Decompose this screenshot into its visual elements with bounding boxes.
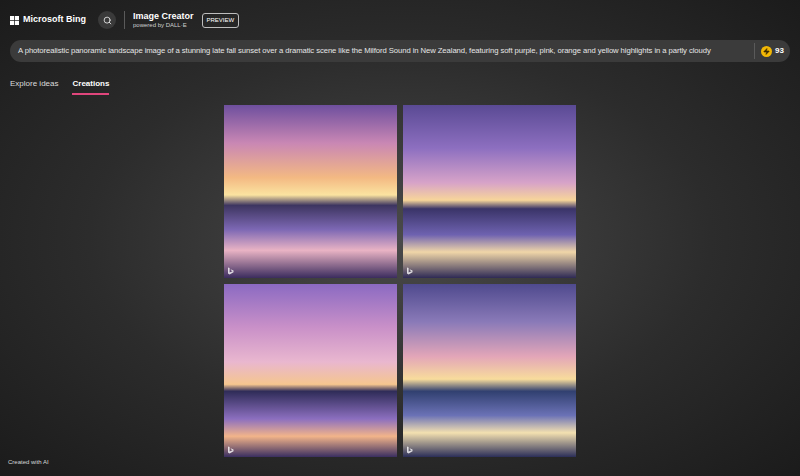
- divider: [124, 11, 125, 29]
- coin-count: 93: [775, 45, 784, 57]
- bing-watermark-icon: [406, 446, 413, 454]
- generated-image[interactable]: [224, 105, 397, 278]
- search-icon: [103, 16, 112, 25]
- powered-by: powered by DALL·E: [133, 22, 194, 30]
- tab[interactable]: Creations: [72, 78, 109, 95]
- brand-label: Microsoft Bing: [23, 13, 86, 27]
- prompt-text[interactable]: A photorealistic panoramic landscape ima…: [18, 43, 748, 59]
- generated-image[interactable]: [403, 284, 576, 457]
- microsoft-logo-icon: [10, 16, 19, 25]
- bing-watermark-icon: [227, 446, 234, 454]
- coin-balance[interactable]: 93: [761, 45, 784, 57]
- tab[interactable]: Explore ideas: [10, 78, 58, 95]
- search-button[interactable]: [98, 11, 116, 29]
- generated-image[interactable]: [224, 284, 397, 457]
- top-bar: Microsoft Bing Image Creatorpowered by DA…: [0, 0, 800, 40]
- coin-icon: [761, 46, 772, 57]
- prompt-bar[interactable]: A photorealistic panoramic landscape ima…: [10, 40, 790, 62]
- preview-badge: PREVIEW: [202, 13, 240, 28]
- bing-brand[interactable]: Microsoft Bing: [10, 13, 86, 27]
- bing-watermark-icon: [227, 267, 234, 275]
- product-name: Image Creator: [133, 11, 194, 22]
- created-with-ai-note: Created with AI: [8, 458, 49, 467]
- divider: [754, 43, 755, 59]
- generated-image[interactable]: [403, 105, 576, 278]
- image-creator-page: Microsoft Bing Image Creatorpowered by DA…: [0, 0, 800, 476]
- bing-watermark-icon: [406, 267, 413, 275]
- image-grid: [224, 105, 577, 457]
- tabs: Explore ideas Creations: [0, 78, 800, 95]
- lightning-icon: [763, 48, 770, 55]
- product-title: Image Creatorpowered by DALL·E: [133, 11, 194, 30]
